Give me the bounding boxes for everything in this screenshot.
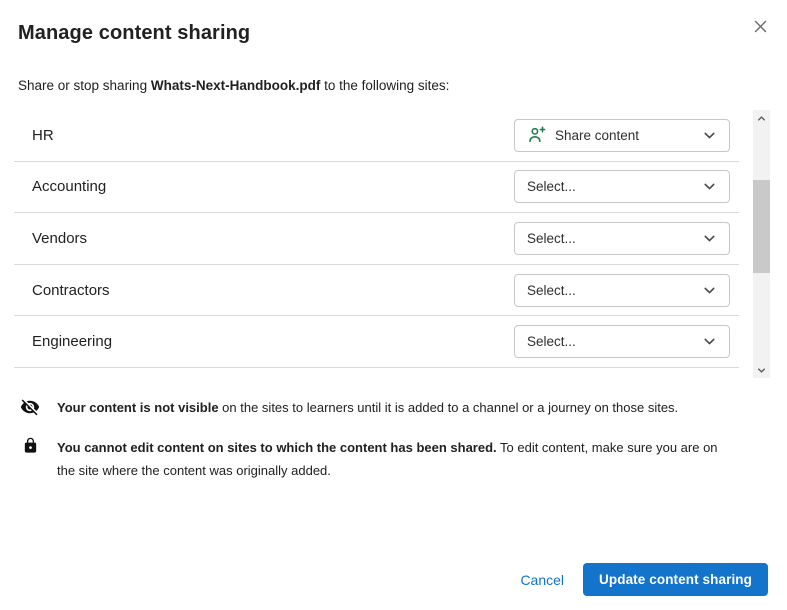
site-row-engineering: Engineering Select... — [14, 316, 739, 368]
notes-section: Your content is not visible on the sites… — [20, 396, 732, 499]
person-add-icon — [527, 125, 547, 145]
dialog-title: Manage content sharing — [18, 22, 251, 44]
site-row-contractors: Contractors Select... — [14, 265, 739, 317]
subtitle-prefix: Share or stop sharing — [18, 78, 151, 93]
note-text: Your content is not visible on the sites… — [57, 396, 732, 419]
dropdown-value: Select... — [527, 334, 576, 350]
note-bold-text: You cannot edit content on sites to whic… — [57, 440, 497, 455]
site-sharing-dropdown-engineering[interactable]: Select... — [514, 325, 730, 359]
scrollbar[interactable] — [753, 110, 770, 378]
site-sharing-dropdown-accounting[interactable]: Select... — [514, 170, 730, 204]
chevron-down-icon — [702, 128, 717, 143]
close-button[interactable] — [745, 11, 775, 41]
note-visibility: Your content is not visible on the sites… — [20, 396, 732, 419]
site-row-accounting: Accounting Select... — [14, 162, 739, 214]
dropdown-value: Share content — [555, 127, 640, 143]
cancel-button[interactable]: Cancel — [520, 572, 564, 588]
site-name: Engineering — [32, 333, 113, 351]
note-editing: You cannot edit content on sites to whic… — [20, 436, 732, 482]
note-text: You cannot edit content on sites to whic… — [57, 436, 732, 482]
dropdown-value: Select... — [527, 282, 576, 298]
manage-content-sharing-dialog: Manage content sharing Share or stop sha… — [0, 0, 787, 610]
chevron-down-icon — [702, 231, 717, 246]
close-icon — [752, 18, 769, 35]
note-rest-text: on the sites to learners until it is add… — [218, 400, 679, 415]
chevron-down-icon — [702, 334, 717, 349]
site-row-hr: HR Share content — [14, 110, 739, 162]
scroll-thumb[interactable] — [753, 180, 770, 273]
dropdown-value: Select... — [527, 179, 576, 195]
scroll-up-arrow[interactable] — [753, 110, 770, 126]
site-sharing-dropdown-contractors[interactable]: Select... — [514, 273, 730, 307]
site-name: HR — [32, 126, 54, 144]
site-row-vendors: Vendors Select... — [14, 213, 739, 265]
site-name: Contractors — [32, 281, 110, 299]
note-bold-text: Your content is not visible — [57, 400, 219, 415]
site-name: Accounting — [32, 178, 107, 196]
update-content-sharing-button[interactable]: Update content sharing — [583, 563, 768, 596]
subtitle-suffix: to the following sites: — [320, 78, 450, 93]
subtitle-filename: Whats-Next-Handbook.pdf — [150, 78, 321, 93]
site-list: HR Share content Accounting Select... Ve… — [14, 110, 739, 368]
dialog-subtitle: Share or stop sharing Whats-Next-Handboo… — [18, 78, 449, 93]
dropdown-value: Select... — [527, 230, 576, 246]
site-sharing-dropdown-vendors[interactable]: Select... — [514, 221, 730, 255]
eye-off-icon — [20, 396, 44, 419]
dialog-footer: Cancel Update content sharing — [520, 563, 768, 596]
site-sharing-dropdown-hr[interactable]: Share content — [514, 118, 730, 152]
lock-icon — [20, 436, 44, 482]
chevron-down-icon — [702, 283, 717, 298]
chevron-down-icon — [702, 179, 717, 194]
site-name: Vendors — [32, 229, 88, 247]
scroll-down-arrow[interactable] — [753, 362, 770, 378]
